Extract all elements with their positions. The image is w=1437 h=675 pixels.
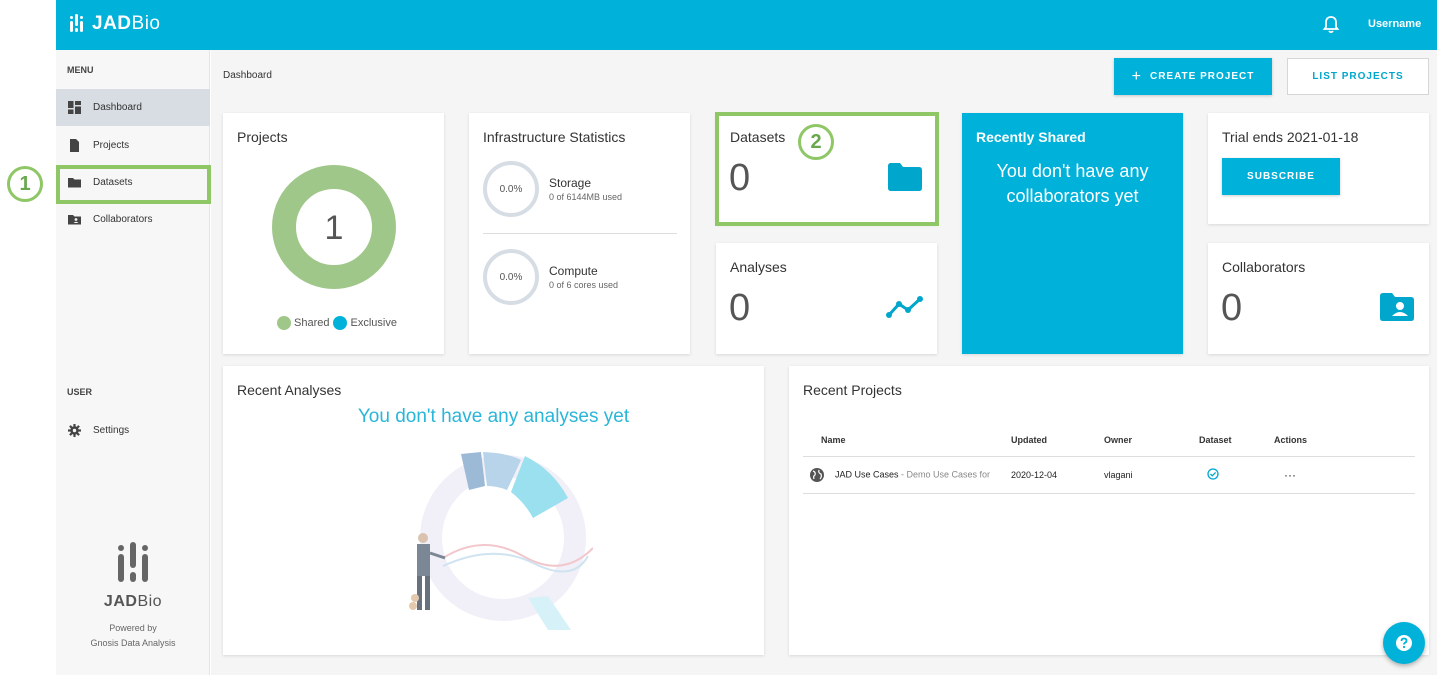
column-header-owner[interactable]: Owner [1104, 424, 1199, 456]
shared-legend-dot [277, 316, 291, 330]
card-title: Recent Analyses [237, 382, 341, 398]
sidebar-item-dashboard[interactable]: Dashboard [56, 89, 210, 126]
infrastructure-card: Infrastructure Statistics 0.0% Storage 0… [469, 113, 690, 354]
card-title: Projects [237, 129, 288, 145]
sidebar-item-label: Projects [93, 140, 129, 151]
trend-icon [886, 295, 924, 319]
create-project-button[interactable]: +CREATE PROJECT [1114, 58, 1272, 95]
compute-stat: 0.0% Compute 0 of 6 cores used [483, 249, 618, 305]
compute-label: Compute [549, 264, 618, 278]
row-actions-menu[interactable]: ··· [1274, 456, 1415, 493]
list-projects-button[interactable]: LIST PROJECTS [1287, 58, 1429, 95]
column-header-dataset[interactable]: Dataset [1199, 424, 1274, 456]
sidebar-item-projects[interactable]: Projects [56, 127, 210, 164]
gear-icon [68, 424, 81, 437]
trial-end-label: Trial ends 2021-01-18 [1222, 129, 1358, 145]
shared-folder-icon [68, 213, 81, 226]
card-title: Analyses [730, 259, 787, 275]
compute-detail: 0 of 6 cores used [549, 280, 618, 290]
app-logo[interactable]: JADBio [70, 13, 160, 35]
table-row[interactable]: JAD Use Cases - Demo Use Cases for 2020-… [803, 456, 1415, 493]
empty-analyses-illustration-icon [403, 448, 593, 633]
datasets-nav-highlight [56, 165, 211, 204]
column-header-actions: Actions [1274, 424, 1415, 456]
sidebar-item-collaborators[interactable]: Collaborators [56, 201, 210, 238]
subscribe-button[interactable]: SUBSCRIBE [1222, 158, 1340, 195]
sidebar-item-label: Dashboard [93, 102, 142, 113]
powered-by: Powered by Gnosis Data Analysis [56, 621, 210, 651]
table-header-row: Name Updated Owner Dataset Actions [803, 424, 1415, 456]
projects-card[interactable]: Projects 1 Shared Exclusive [223, 113, 444, 354]
globe-icon [809, 467, 825, 483]
plus-icon: + [1132, 68, 1142, 86]
projects-legend: Shared Exclusive [277, 316, 397, 330]
logo-mark-icon [118, 542, 148, 584]
check-circle-icon [1207, 468, 1219, 480]
project-updated-cell: 2020-12-04 [1011, 456, 1104, 493]
shared-folder-icon [1380, 293, 1414, 321]
sidebar-brand-name: JADBio [56, 593, 210, 611]
collaborators-card[interactable]: Collaborators 0 [1208, 243, 1429, 354]
sidebar-brand: JADBio Powered by Gnosis Data Analysis [56, 542, 210, 651]
user-section-label: USER [67, 387, 92, 397]
recent-analyses-card: Recent Analyses You don't have any analy… [223, 366, 764, 655]
logo-mark-icon [70, 14, 86, 34]
sidebar-item-label: Settings [93, 425, 129, 436]
help-icon [1395, 634, 1413, 652]
legend-label: Exclusive [350, 317, 396, 329]
breadcrumb: Dashboard [223, 70, 272, 81]
compute-ring: 0.0% [483, 249, 539, 305]
sidebar-item-label: Collaborators [93, 214, 152, 225]
legend-label: Shared [294, 317, 329, 329]
card-title: Recently Shared [976, 129, 1086, 145]
menu-section-label: MENU [67, 65, 94, 75]
callout-2: 2 [798, 124, 834, 160]
column-header-updated[interactable]: Updated [1011, 424, 1104, 456]
help-button[interactable] [1383, 622, 1425, 664]
card-title: Recent Projects [803, 382, 902, 398]
recent-projects-table: Name Updated Owner Dataset Actions J [803, 424, 1415, 494]
project-owner-cell: vlagani [1104, 456, 1199, 493]
sidebar: MENU Dashboard Projects Datasets Collabo… [56, 50, 210, 675]
document-icon [68, 139, 81, 152]
callout-1: 1 [7, 166, 43, 202]
bell-icon[interactable] [1322, 15, 1340, 35]
projects-count: 1 [325, 209, 344, 247]
top-bar: JADBio Username [56, 0, 1437, 50]
brand-name: JADBio [92, 13, 160, 35]
exclusive-legend-dot [333, 316, 347, 330]
no-analyses-message: You don't have any analyses yet [223, 406, 764, 428]
card-title: Collaborators [1222, 259, 1305, 275]
trial-card: Trial ends 2021-01-18 SUBSCRIBE [1208, 113, 1429, 224]
no-collaborators-message: You don't have any collaborators yet [962, 159, 1183, 209]
sidebar-item-settings[interactable]: Settings [56, 412, 210, 449]
analyses-card[interactable]: Analyses 0 [716, 243, 937, 354]
card-title: Infrastructure Statistics [483, 129, 625, 145]
dashboard-icon [68, 101, 81, 114]
collaborators-count: 0 [1221, 287, 1242, 330]
projects-donut-chart: 1 [270, 163, 398, 291]
username-menu[interactable]: Username [1368, 18, 1421, 30]
project-dataset-cell [1199, 456, 1274, 493]
project-name-cell[interactable]: JAD Use Cases - Demo Use Cases for [803, 456, 1011, 493]
recently-shared-card: Recently Shared You don't have any colla… [962, 113, 1183, 354]
storage-ring: 0.0% [483, 161, 539, 217]
column-header-name[interactable]: Name [803, 424, 1011, 456]
storage-detail: 0 of 6144MB used [549, 192, 622, 202]
analyses-count: 0 [729, 287, 750, 330]
recent-projects-card: Recent Projects Name Updated Owner Datas… [789, 366, 1429, 655]
storage-label: Storage [549, 176, 622, 190]
divider [483, 233, 677, 234]
storage-stat: 0.0% Storage 0 of 6144MB used [483, 161, 622, 217]
